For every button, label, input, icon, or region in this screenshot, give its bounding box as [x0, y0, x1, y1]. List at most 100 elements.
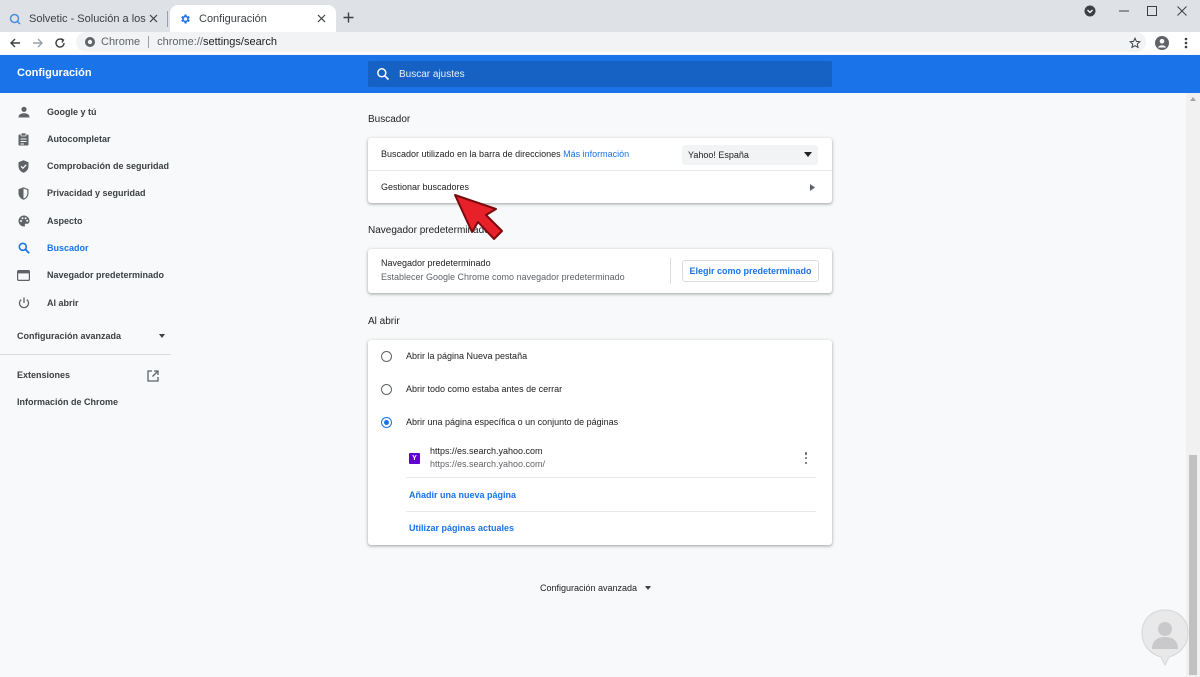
tab-solvetic[interactable]: Solvetic - Solución a los problemas	[0, 5, 168, 32]
sidebar-item-navegador[interactable]: Navegador predeterminado	[0, 263, 171, 287]
default-browser-subtitle: Establecer Google Chrome como navegador …	[381, 272, 625, 282]
open-in-new-icon[interactable]	[147, 369, 159, 382]
startup-option-continue[interactable]: Abrir todo como estaba antes de cerrar	[368, 373, 832, 406]
back-arrow-icon[interactable]	[7, 35, 23, 51]
sidebar-extensions[interactable]: Extensiones	[17, 370, 70, 380]
browser-toolbar: Chrome chrome://settings/search	[0, 32, 1200, 54]
sidebar-item-google[interactable]: Google y tú	[0, 100, 171, 124]
search-icon	[377, 68, 390, 81]
add-new-page-link[interactable]: Añadir una nueva página	[409, 490, 516, 500]
sidebar-item-autocompletar[interactable]: Autocompletar	[0, 127, 171, 151]
vertical-divider	[670, 258, 671, 284]
tab-title: Configuración	[199, 12, 267, 25]
tab-strip: Solvetic - Solución a los problemas Conf…	[0, 0, 1200, 32]
close-tab-icon[interactable]	[146, 12, 160, 26]
chip-divider	[148, 36, 150, 48]
default-browser-card: Navegador predeterminado Establecer Goog…	[368, 249, 832, 293]
close-window-icon[interactable]	[1164, 0, 1200, 22]
row-divider	[406, 477, 816, 478]
reload-icon[interactable]	[52, 35, 68, 51]
url-path: settings/search	[202, 36, 277, 48]
close-tab-icon[interactable]	[314, 12, 328, 26]
page-title: Configuración	[17, 67, 92, 79]
tab-search-icon[interactable]	[1072, 0, 1108, 22]
radio-specific-pages[interactable]	[381, 417, 392, 428]
caret-down-icon	[804, 152, 812, 157]
radio-new-tab[interactable]	[381, 351, 392, 362]
red-pointer-arrow-icon	[454, 194, 503, 240]
selected-engine: Yahoo! España	[688, 150, 749, 160]
startup-option-label: Abrir la página Nueva pestaña	[406, 351, 528, 361]
url-scheme: chrome://	[157, 36, 203, 48]
settings-search-box[interactable]	[368, 61, 832, 87]
sidebar-item-label: Al abrir	[47, 298, 79, 308]
palette-icon	[17, 215, 30, 228]
startup-page-title: https://es.search.yahoo.com	[430, 446, 543, 456]
advanced-settings-toggle[interactable]: Configuración avanzada	[540, 583, 652, 593]
section-title-buscador: Buscador	[368, 114, 411, 125]
menu-kebab-icon[interactable]	[1178, 35, 1194, 51]
make-default-button[interactable]: Elegir como predeterminado	[682, 260, 819, 282]
startup-option-specific[interactable]: Abrir una página específica o un conjunt…	[368, 406, 832, 439]
chrome-icon	[85, 37, 95, 47]
default-browser-title: Navegador predeterminado	[381, 258, 491, 268]
bookmark-star-icon[interactable]	[1127, 35, 1143, 51]
address-bar[interactable]: Chrome chrome://settings/search	[76, 32, 1146, 52]
sidebar-about-chrome[interactable]: Información de Chrome	[17, 397, 118, 407]
sidebar-advanced-toggle[interactable]: Configuración avanzada	[17, 331, 166, 341]
scrollbar[interactable]	[1186, 93, 1200, 677]
use-current-pages-link[interactable]: Utilizar páginas actuales	[409, 523, 514, 533]
settings-header: Configuración	[0, 55, 1200, 93]
sidebar-item-label: Buscador	[47, 243, 89, 253]
tab-title: Solvetic - Solución a los problemas	[29, 12, 146, 25]
shield-check-icon	[17, 159, 30, 173]
yahoo-favicon-icon: Y	[409, 453, 420, 464]
tab-separator	[167, 11, 168, 27]
person-icon	[17, 106, 30, 119]
more-info-link[interactable]: Más información	[563, 149, 629, 159]
sidebar-item-label: Privacidad y seguridad	[47, 188, 146, 198]
sidebar-item-privacidad[interactable]: Privacidad y seguridad	[0, 181, 171, 205]
manage-search-engines-row[interactable]: Gestionar buscadores	[368, 171, 832, 203]
chevron-right-icon	[808, 183, 816, 191]
search-engine-card: Buscador utilizado en la barra de direcc…	[368, 138, 832, 203]
sidebar-item-label: Comprobación de seguridad	[47, 161, 170, 171]
radio-continue[interactable]	[381, 384, 392, 395]
sidebar-extensions-label: Extensiones	[17, 370, 71, 380]
page-more-actions-icon[interactable]	[804, 452, 808, 464]
startup-page-url: https://es.search.yahoo.com/	[430, 459, 546, 469]
forward-arrow-icon[interactable]	[30, 35, 46, 51]
address-bar-engine-text: Buscador utilizado en la barra de direcc…	[381, 149, 561, 159]
sidebar-divider	[0, 354, 171, 355]
site-chip[interactable]: Chrome	[84, 36, 140, 48]
new-tab-plus-icon[interactable]	[340, 9, 356, 25]
profile-avatar-icon[interactable]	[1154, 35, 1170, 51]
tab-configuracion[interactable]: Configuración	[170, 5, 336, 32]
sidebar-item-buscador[interactable]: Buscador	[0, 236, 171, 260]
sidebar-item-label: Google y tú	[47, 107, 97, 117]
caret-down-icon	[645, 586, 652, 590]
solvetic-watermark-icon	[1141, 609, 1189, 667]
sidebar-item-label: Aspecto	[47, 216, 83, 226]
settings-search-input[interactable]	[399, 68, 819, 80]
sidebar-item-label: Navegador predeterminado	[47, 270, 165, 280]
url-text: chrome://settings/search	[157, 36, 277, 48]
scroll-up-arrow-icon[interactable]	[1190, 97, 1196, 101]
sidebar-item-aspecto[interactable]: Aspecto	[0, 209, 171, 233]
advanced-settings-label: Configuración avanzada	[540, 583, 638, 593]
power-icon	[17, 297, 30, 310]
startup-option-new-tab[interactable]: Abrir la página Nueva pestaña	[368, 340, 832, 373]
on-startup-card: Abrir la página Nueva pestaña Abrir todo…	[368, 340, 832, 545]
sidebar-item-al-abrir[interactable]: Al abrir	[0, 291, 171, 315]
solvetic-icon	[8, 12, 22, 26]
search-icon	[17, 242, 30, 255]
startup-option-label: Abrir una página específica o un conjunt…	[406, 417, 619, 427]
search-engine-select[interactable]: Yahoo! España	[682, 145, 818, 165]
manage-search-engines-label: Gestionar buscadores	[381, 182, 470, 192]
caret-down-icon	[159, 334, 166, 338]
sidebar-item-comprobacion[interactable]: Comprobación de seguridad	[0, 154, 171, 178]
sidebar-about-label: Información de Chrome	[17, 397, 119, 407]
browser-window-icon	[17, 269, 30, 282]
gear-icon	[178, 12, 192, 26]
address-bar-engine-label: Buscador utilizado en la barra de direcc…	[381, 149, 629, 159]
